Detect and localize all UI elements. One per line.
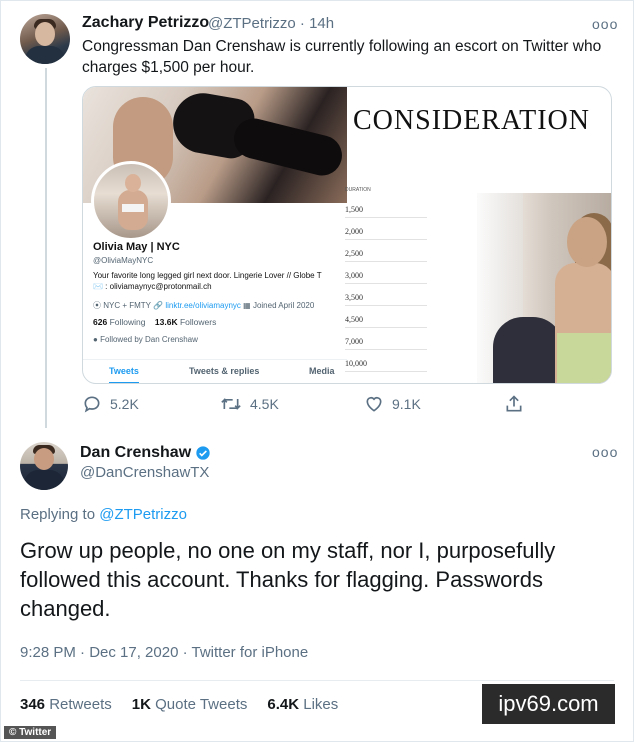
profile-link: linktr.ee/oliviamaynyc [165,301,241,310]
original-tweet[interactable]: Zachary Petrizzo @ZTPetrizzo · 14h ooo C… [0,0,634,430]
rate-item: 10,000 [345,359,427,372]
profile-tabs: Tweets Tweets & replies Media [83,359,347,383]
tweet-text: Congressman Dan Crenshaw is currently fo… [82,38,602,76]
retweet-button[interactable]: 4.5K [220,394,279,414]
share-icon [506,395,522,412]
likes-stat[interactable]: 6.4K Likes [267,696,338,713]
profile-name: Olivia May | NYC [93,241,180,253]
profile-bio: Your favorite long legged girl next door… [93,271,322,280]
author-handle[interactable]: @ZTPetrizzo [208,15,296,32]
more-options-icon[interactable]: ooo [592,444,618,460]
rate-item: 2,500 [345,249,427,262]
like-count: 9.1K [392,396,421,412]
retweet-icon [221,397,241,411]
image-credit: © Twitter [4,726,57,739]
heart-icon [366,396,382,412]
calendar-icon: ▦ [243,301,251,310]
rate-item: 2,000 [345,227,427,240]
avatar[interactable] [20,442,68,490]
profile-follow-counts: 626 Following 13.6K Followers [93,317,217,327]
location-icon: ⦿ [93,301,101,310]
thread-line [45,68,47,428]
profile-joined: Joined April 2020 [252,301,315,310]
more-options-icon[interactable]: ooo [592,16,618,32]
woman-photo [477,193,611,383]
rates-list: DURATION 1,500 2,000 2,500 3,000 3,500 4… [345,187,427,377]
followed-by: ● Followed by Dan Crenshaw [93,335,198,344]
rate-item: 7,000 [345,337,427,350]
consideration-heading: CONSIDERATION [353,105,590,136]
replying-to-handle[interactable]: @ZTPetrizzo [99,506,187,523]
tweet-actions: 5.2K 4.5K 9.1K [82,394,542,418]
engagement-stats: 346 Retweets 1K Quote Tweets 6.4K Likes [20,696,338,713]
profile-meta: ⦿ NYC + FMTY 🔗 linktr.ee/oliviamaynyc ▦ … [93,300,314,311]
rate-item: 3,000 [345,271,427,284]
rate-item: 3,500 [345,293,427,306]
profile-email: ✉️ : oliviamaynyc@protonmail.ch [93,282,212,291]
profile-photo [91,161,171,241]
rate-item: 1,500 [345,205,427,218]
profile-location: NYC + FMTY [103,301,151,310]
quote-tweets-stat[interactable]: 1K Quote Tweets [132,696,248,713]
tweet-image[interactable]: CONSIDERATION Olivia May | NYC @OliviaMa… [82,86,612,384]
author-name-row: Dan Crenshaw [80,444,211,462]
reply-count: 5.2K [110,396,139,412]
profile-handle: @OliviaMayNYC [93,256,154,265]
verified-badge-icon [196,446,210,460]
share-button[interactable] [504,394,524,414]
author-name[interactable]: Dan Crenshaw [80,444,191,462]
tweet-timestamp[interactable]: 9:28 PM · Dec 17, 2020 · Twitter for iPh… [20,644,308,661]
rate-item: 4,500 [345,315,427,328]
author-handle[interactable]: @DanCrenshawTX [80,464,209,481]
author-handle-time: @ZTPetrizzo · 14h [208,15,335,32]
avatar[interactable] [20,14,70,64]
retweets-stat[interactable]: 346 Retweets [20,696,112,713]
reply-button[interactable]: 5.2K [82,394,139,414]
tweet-text: Grow up people, no one on my staff, nor … [20,538,556,621]
like-button[interactable]: 9.1K [364,394,421,414]
replying-to: Replying to @ZTPetrizzo [20,506,187,523]
tab-media: Media [309,366,335,376]
divider [20,680,614,681]
reply-icon [84,396,100,413]
link-icon: 🔗 [153,301,164,310]
watermark: ipv69.com [482,684,615,724]
retweet-count: 4.5K [250,396,279,412]
followers-avatar-icon: ● [93,335,98,344]
tweet-time[interactable]: 14h [309,15,334,32]
tab-tweets: Tweets [109,366,139,383]
author-name[interactable]: Zachary Petrizzo [82,14,209,32]
tab-tweets-replies: Tweets & replies [189,366,260,376]
rates-header: DURATION [345,187,371,193]
